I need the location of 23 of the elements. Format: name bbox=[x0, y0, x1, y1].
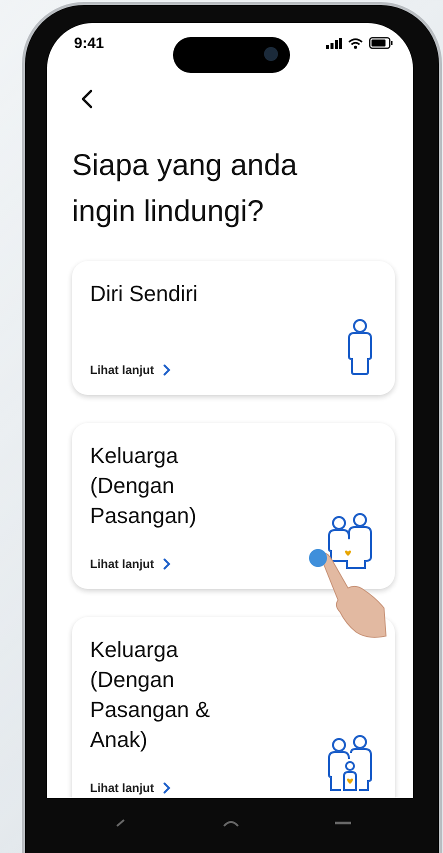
wifi-icon bbox=[348, 38, 363, 48]
home-gesture-icon[interactable] bbox=[222, 818, 240, 828]
chevron-right-icon bbox=[163, 558, 171, 570]
signal-icon bbox=[326, 38, 342, 48]
chevron-right-icon bbox=[163, 782, 171, 794]
see-more-link[interactable]: Lihat lanjut bbox=[90, 557, 240, 571]
family-icon bbox=[327, 735, 373, 793]
see-more-link[interactable]: Lihat lanjut bbox=[90, 781, 240, 795]
status-time: 9:41 bbox=[74, 34, 104, 52]
option-card[interactable]: Keluarga (Dengan Pasangan & Anak) Lihat lanjut bbox=[72, 617, 395, 798]
see-more-link[interactable]: Lihat lanjut bbox=[90, 363, 198, 377]
card-title: Diri Sendiri bbox=[90, 280, 198, 308]
card-title: Keluarga (Dengan Pasangan) bbox=[90, 442, 198, 530]
option-card[interactable]: Diri Sendiri Lihat lanjut bbox=[72, 261, 395, 395]
couple-icon bbox=[327, 513, 373, 569]
page-heading: Siapa yang anda ingin lindungi? bbox=[72, 148, 298, 230]
option-card[interactable]: Keluarga (Dengan Pasangan) Lihat lanjut bbox=[72, 423, 395, 589]
person-icon bbox=[347, 319, 373, 375]
back-icon[interactable] bbox=[81, 89, 93, 109]
recents-gesture-icon[interactable] bbox=[334, 820, 352, 826]
chevron-right-icon bbox=[163, 364, 171, 376]
battery-icon bbox=[369, 37, 393, 49]
card-title: Keluarga (Dengan Pasangan & Anak) bbox=[90, 636, 211, 754]
